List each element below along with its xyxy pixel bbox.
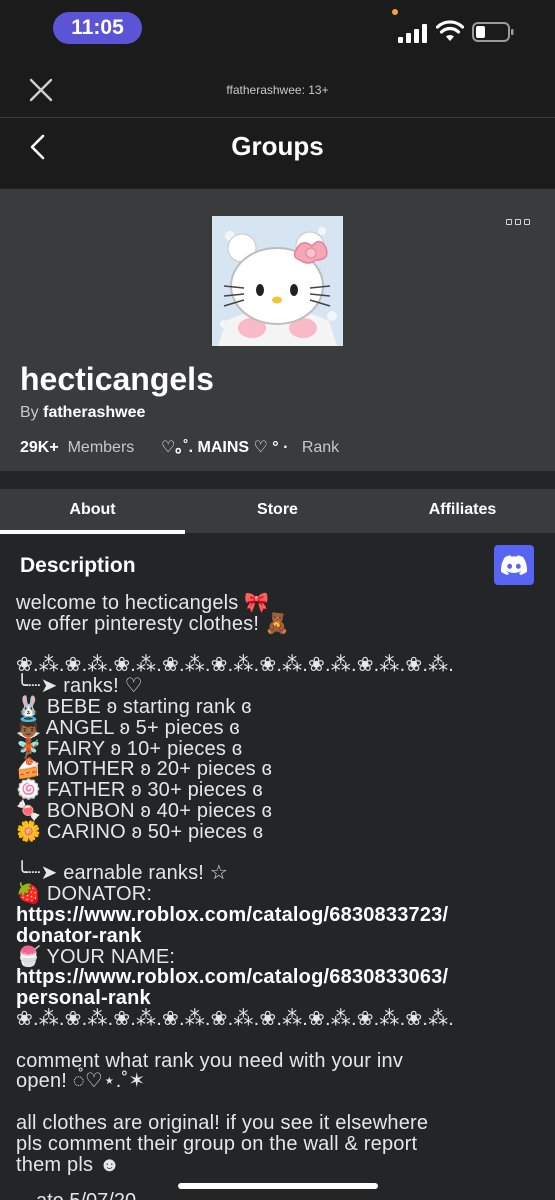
description-line: 🍓 DONATOR: [16, 883, 153, 906]
description-line: pls comment their group on the wall & re… [16, 1132, 418, 1155]
tab-about[interactable]: About [0, 489, 185, 534]
members-label: Members [67, 439, 135, 456]
group-stats: 29K+ Members ♡｡˚. MAINS ♡ ° · Rank [20, 433, 339, 457]
description-line: ╰┈➤ ranks! ♡ [16, 675, 143, 698]
page-header: Groups [0, 118, 555, 188]
wifi-icon [436, 20, 464, 41]
group-name: hecticangels [20, 361, 214, 397]
description-line: open! ◌̊♡⋆.˚✶ [16, 1070, 146, 1093]
description-line: them pls ☻ [16, 1153, 121, 1176]
description-line: 🍧 YOUR NAME: [16, 945, 176, 968]
description-body: welcome to hecticangels 🎀 we offer pinte… [16, 593, 546, 1175]
donator-rank-link-cont[interactable]: donator-rank [16, 925, 546, 947]
description-line: …ato 5/07/20 [16, 1190, 136, 1200]
more-icon[interactable] [506, 219, 534, 231]
description-line: 🍬 BONBON ʚ 40+ pieces ɞ [16, 799, 272, 822]
description-line: 🌼 CARINO ʚ 50+ pieces ɞ [16, 820, 264, 843]
status-bar: 11:05 [0, 0, 555, 58]
by-prefix: By [20, 404, 39, 421]
description-line: we offer pinteresty clothes! 🧸 [16, 612, 290, 635]
rank-label: Rank [301, 439, 340, 456]
description-line: welcome to hecticangels 🎀 [16, 592, 270, 614]
personal-rank-link-cont[interactable]: personal-rank [16, 988, 546, 1009]
group-owner-line: By fatherashwee [20, 404, 145, 422]
members-count: 29K+ [20, 439, 59, 456]
description-line: 🍥 FATHER ʚ 30+ pieces ɞ [16, 779, 263, 802]
group-owner-link[interactable]: fatherashwee [43, 404, 145, 421]
status-time: 11:05 [53, 12, 142, 44]
group-card: hecticangels By fatherashwee 29K+ Member… [0, 189, 555, 471]
description-line: 🐰 BEBE ʚ starting rank ɞ [16, 695, 252, 718]
battery-icon [472, 22, 514, 42]
description-line: comment what rank you need with your inv [16, 1049, 404, 1072]
tab-store[interactable]: Store [185, 489, 370, 533]
web-view-top-bar: ffatherashwee: 13+ [0, 58, 555, 118]
description-title: Description [20, 554, 136, 577]
rank-name: ♡｡˚. MAINS ♡ ° · [160, 439, 289, 456]
home-indicator[interactable] [178, 1183, 378, 1189]
description-line: 🧚🏾 FAIRY ʚ 10+ pieces ɞ [16, 737, 243, 760]
description-line: 👼🏾 ANGEL ʚ 5+ pieces ɞ [16, 716, 240, 739]
description-line: 🍰 MOTHER ʚ 20+ pieces ɞ [16, 758, 272, 781]
description-line: all clothes are original! if you see it … [16, 1111, 429, 1134]
donator-rank-link[interactable]: https://www.roblox.com/catalog/683083372… [16, 905, 546, 926]
tab-affiliates[interactable]: Affiliates [370, 489, 555, 533]
group-emblem-image [212, 216, 343, 346]
group-tabs: About Store Affiliates [0, 489, 555, 534]
mic-indicator-dot [392, 9, 398, 15]
page-title: Groups [231, 131, 324, 161]
about-content: Description welcome to hecticangels 🎀 we… [0, 534, 555, 1200]
signal-icon [398, 23, 428, 43]
page-label: ffatherashwee: 13+ [226, 83, 329, 97]
description-line: ╰┈➤ earnable ranks! ☆ [16, 862, 228, 885]
description-line: ❀.⁂.❀.⁂.❀.⁂.❀.⁂.❀.⁂.❀.⁂.❀.⁂.❀.⁂.❀.⁂. [16, 654, 455, 677]
description-line: ❀.⁂.❀.⁂.❀.⁂.❀.⁂.❀.⁂.❀.⁂.❀.⁂.❀.⁂.❀.⁂. [16, 1007, 455, 1030]
discord-icon[interactable] [494, 545, 534, 585]
personal-rank-link[interactable]: https://www.roblox.com/catalog/683083306… [16, 967, 546, 988]
